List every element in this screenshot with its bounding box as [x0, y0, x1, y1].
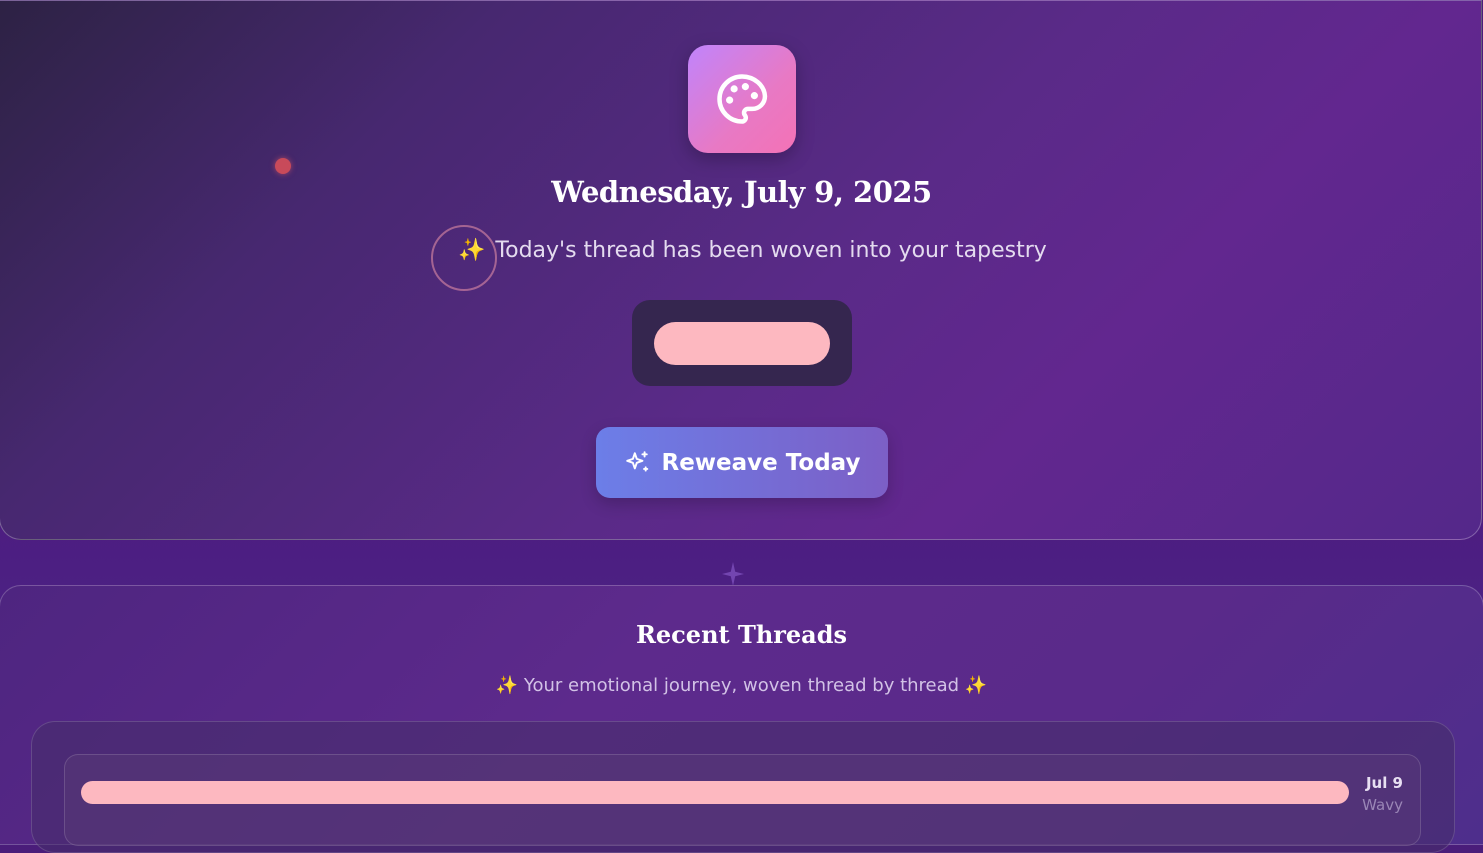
floating-dot [275, 158, 291, 174]
sparkles-icon [625, 450, 648, 472]
recent-threads-heading: Recent Threads [635, 620, 848, 649]
sparkles-emoji-icon: ✨ [495, 675, 519, 696]
palette-app-icon [688, 45, 796, 153]
status-message: ✨ Today's thread has been woven into you… [458, 234, 1047, 266]
thread-date: Jul 9 [1365, 774, 1403, 792]
sparkles-emoji-icon: ✨ [458, 237, 486, 263]
thread-strand-bar [81, 781, 1349, 804]
status-text: Today's thread has been woven into your … [495, 237, 1047, 263]
reweave-today-button[interactable]: Reweave Today [596, 427, 888, 498]
thread-mood: Wavy [1362, 796, 1403, 814]
recent-threads-subtitle: ✨ Your emotional journey, woven thread b… [0, 675, 1483, 696]
sparkles-emoji-icon: ✨ [964, 675, 988, 696]
four-point-star-icon [722, 562, 744, 586]
today-thread-strand [654, 322, 830, 365]
recent-subtitle-text: Your emotional journey, woven thread by … [523, 675, 960, 696]
current-date-heading: Wednesday, July 9, 2025 [551, 175, 932, 209]
palette-icon [717, 74, 768, 124]
reweave-today-label: Reweave Today [661, 449, 861, 476]
